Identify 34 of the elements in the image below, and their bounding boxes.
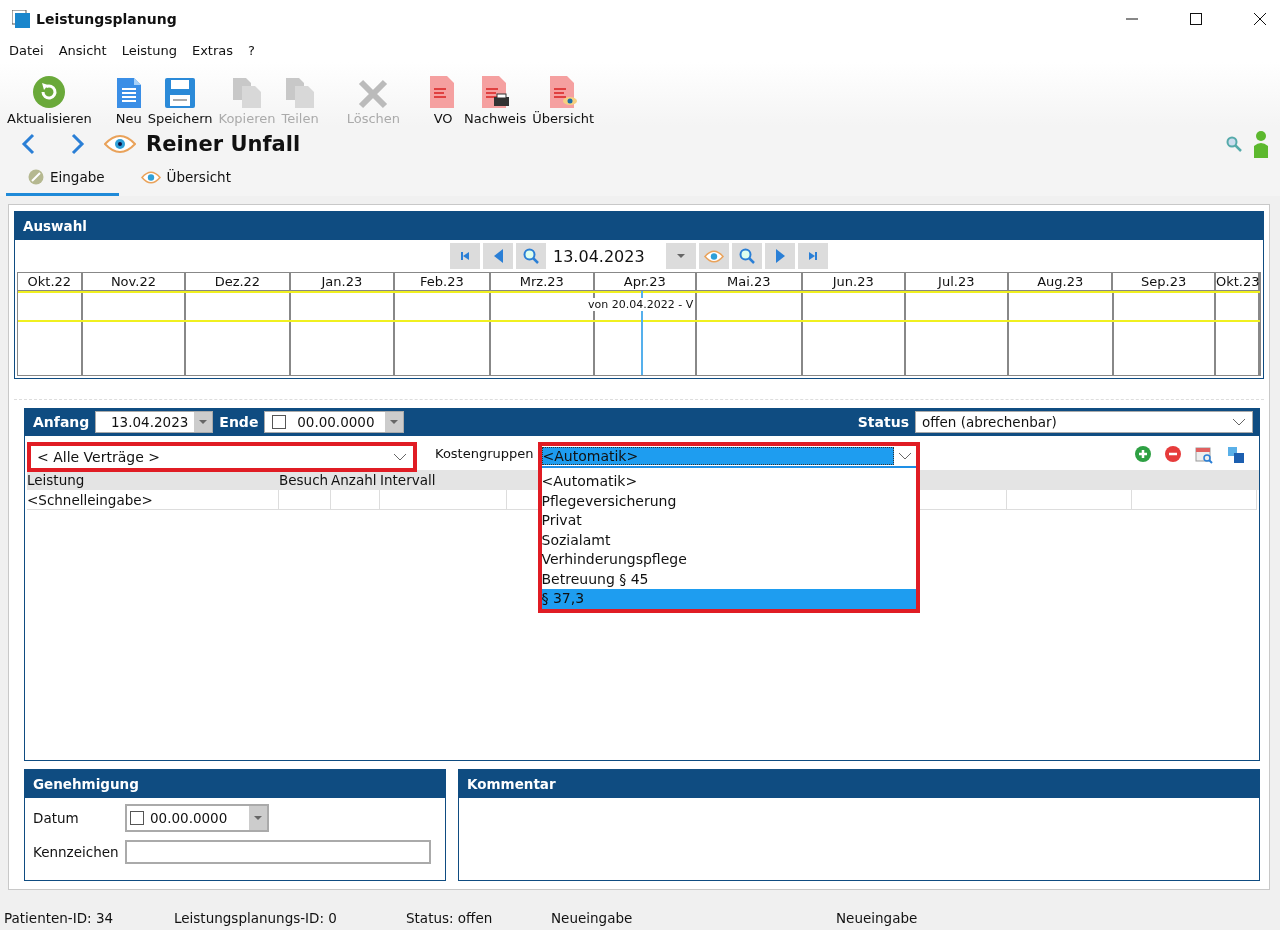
month-header: Jul.23 (905, 273, 1009, 291)
month-header: Jun.23 (803, 273, 906, 291)
panel-header: Kommentar (459, 770, 1259, 798)
status-text: Patienten-ID: 34 (4, 910, 115, 926)
field-label: Kennzeichen (33, 844, 120, 860)
status-text: Neueingabe (551, 910, 634, 926)
bar-label: von 20.04.2022 - V (588, 298, 694, 311)
panel-header: Auswahl (15, 212, 1263, 240)
month-header: Feb.23 (395, 273, 491, 291)
month-header: Mrz.23 (490, 273, 596, 291)
column-header: Anzahl (331, 472, 377, 488)
field-label: Ende (219, 414, 259, 430)
panel-header: Genehmigung (25, 770, 445, 798)
status-text: Neueingabe (836, 910, 919, 926)
window-title: Leistungsplanung (36, 11, 177, 27)
month-header: Okt.23 (1215, 273, 1260, 291)
field-label: Datum (33, 810, 80, 826)
field-label: Kostengruppen (435, 446, 534, 461)
month-header: Sep.23 (1113, 273, 1216, 291)
month-header: Aug.23 (1009, 273, 1114, 291)
record-heading: Reiner Unfall (146, 132, 301, 156)
column-header: Besuch (279, 472, 329, 488)
month-header: Okt.22 (18, 273, 83, 291)
month-header: Dez.22 (186, 273, 291, 291)
status-text: Leistungsplanungs-ID: 0 (174, 910, 338, 926)
month-header: Apr.23 (595, 273, 697, 291)
field-label: Status (857, 414, 909, 430)
column-header: Leistung (27, 472, 85, 488)
month-header: Mai.23 (696, 273, 804, 291)
field-label: Anfang (33, 414, 90, 430)
month-header: Jan.23 (290, 273, 396, 291)
status-text: Status: offen (406, 910, 494, 926)
column-header: Intervall (380, 472, 436, 488)
month-header: Nov.22 (82, 273, 187, 291)
